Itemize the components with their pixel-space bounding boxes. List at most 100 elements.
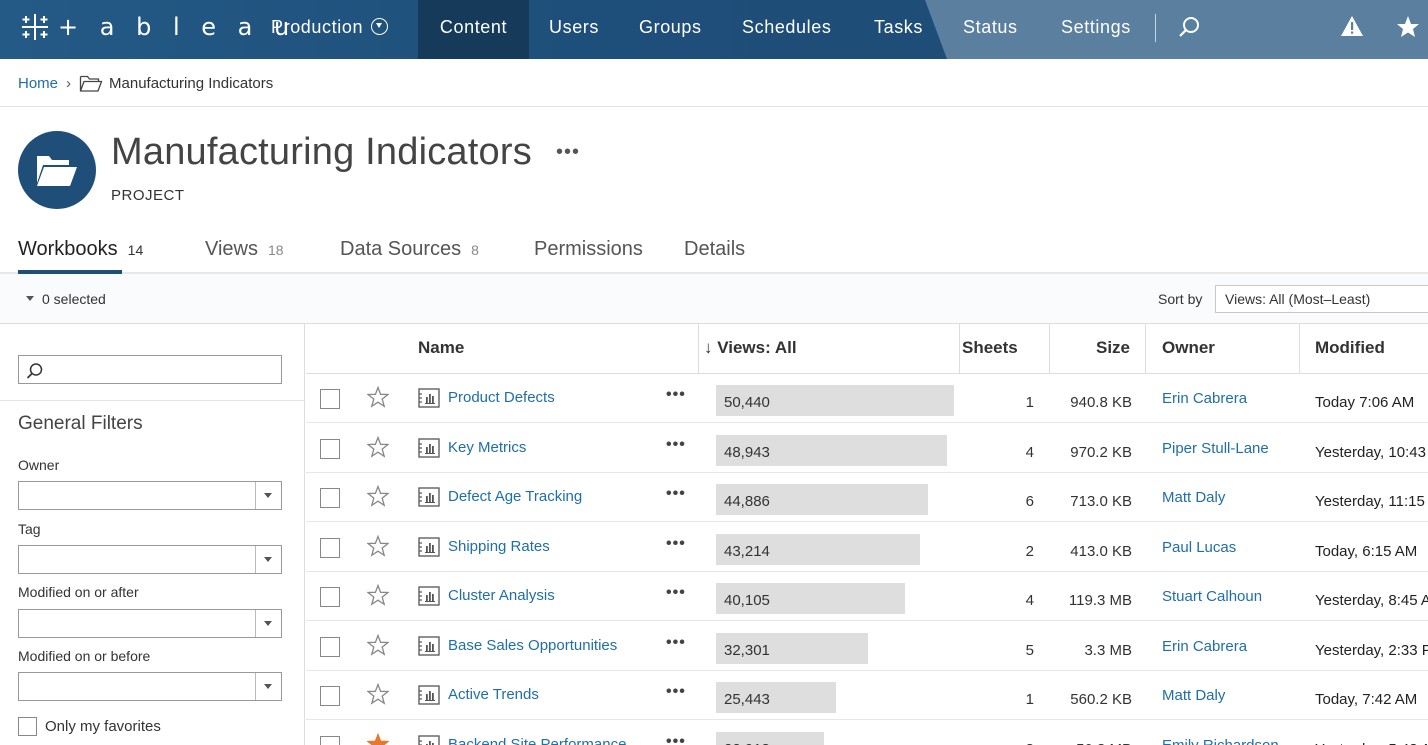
- nav-content[interactable]: Content: [418, 0, 529, 59]
- row-more-actions-button[interactable]: •••: [666, 485, 686, 503]
- row-checkbox[interactable]: [320, 488, 340, 508]
- row-checkbox[interactable]: [320, 587, 340, 607]
- workbook-name-link[interactable]: Shipping Rates: [448, 538, 550, 555]
- tab-data-sources[interactable]: Data Sources 8: [340, 238, 479, 261]
- favorite-star-icon[interactable]: [367, 485, 389, 507]
- workbook-name-link[interactable]: Key Metrics: [448, 439, 526, 456]
- filter-search-input[interactable]: [18, 355, 282, 384]
- table-row[interactable]: Active Trends ••• 25,443 1 560.2 KB Matt Daly…: [306, 671, 1428, 720]
- selection-count: 0 selected: [42, 291, 106, 307]
- owner-link[interactable]: Stuart Calhoun: [1162, 588, 1262, 605]
- row-more-actions-button[interactable]: •••: [666, 634, 686, 652]
- chevron-down-icon: [255, 673, 281, 700]
- row-more-actions-button[interactable]: •••: [666, 436, 686, 454]
- owner-link[interactable]: Matt Daly: [1162, 489, 1225, 506]
- modified-value: Yesterday, 8:45 AM: [1315, 592, 1428, 609]
- nav-tasks[interactable]: Tasks: [874, 0, 923, 59]
- workbook-name-link[interactable]: Active Trends: [448, 686, 539, 703]
- project-avatar: [18, 131, 96, 209]
- row-more-actions-button[interactable]: •••: [666, 386, 686, 404]
- nav-schedules[interactable]: Schedules: [742, 0, 831, 59]
- only-favorites-checkbox[interactable]: [18, 717, 37, 736]
- owner-link[interactable]: Paul Lucas: [1162, 539, 1236, 556]
- row-checkbox[interactable]: [320, 636, 340, 657]
- tableau-logo-icon: [22, 14, 48, 40]
- table-row[interactable]: Cluster Analysis ••• 40,105 4 119.3 MB Stuart…: [306, 572, 1428, 621]
- favorites-star-icon[interactable]: [1396, 15, 1420, 39]
- sort-by-select[interactable]: Views: All (Most–Least): [1215, 285, 1428, 313]
- workbook-name-link[interactable]: Backend Site Performance: [448, 736, 626, 745]
- nav-users[interactable]: Users: [549, 0, 599, 59]
- row-more-actions-button[interactable]: •••: [666, 535, 686, 553]
- nav-status[interactable]: Status: [963, 0, 1018, 59]
- column-header-size[interactable]: Size: [1096, 324, 1130, 374]
- owner-link[interactable]: Piper Stull-Lane: [1162, 440, 1269, 457]
- modified-after-select[interactable]: [18, 609, 282, 638]
- favorite-star-icon[interactable]: [367, 435, 389, 458]
- sheets-value: 4: [1025, 443, 1034, 461]
- workbook-name-link[interactable]: Cluster Analysis: [448, 587, 555, 604]
- size-value: 713.0 KB: [1070, 493, 1132, 510]
- column-header-sheets[interactable]: Sheets: [962, 324, 1018, 374]
- row-checkbox[interactable]: [320, 438, 340, 459]
- modified-before-select[interactable]: [18, 672, 282, 701]
- folder-icon: [79, 75, 103, 92]
- row-checkbox[interactable]: [320, 537, 340, 558]
- owner-filter-select[interactable]: [18, 481, 282, 510]
- table-row[interactable]: Base Sales Opportunities ••• 32,301 5 3.3 MB…: [306, 622, 1428, 671]
- owner-link[interactable]: Erin Cabrera: [1162, 638, 1247, 655]
- site-switcher[interactable]: Production: [271, 0, 389, 59]
- tableau-logo[interactable]: + a b l e a u: [18, 10, 296, 44]
- favorite-star-icon[interactable]: [367, 683, 389, 705]
- table-row[interactable]: Product Defects ••• 50,440 1 940.8 KB Erin Ca…: [306, 374, 1428, 423]
- chevron-down-icon: [255, 610, 281, 637]
- favorite-star-icon[interactable]: [367, 732, 389, 745]
- tab-permissions[interactable]: Permissions: [534, 238, 643, 261]
- workbook-name-link[interactable]: Defect Age Tracking: [448, 488, 582, 505]
- logo-wordmark: + a b l e a u: [58, 13, 297, 41]
- search-icon[interactable]: [1178, 15, 1202, 39]
- workbook-name-link[interactable]: Base Sales Opportunities: [448, 637, 617, 654]
- tag-filter-label: Tag: [18, 521, 41, 537]
- favorite-star-icon[interactable]: [367, 386, 389, 408]
- tab-details[interactable]: Details: [684, 238, 745, 261]
- column-header-name[interactable]: Name: [418, 324, 464, 374]
- sheets-value: 3: [966, 741, 1034, 745]
- table-row[interactable]: Key Metrics ••• 48,943 4 970.2 KB Piper Stull…: [306, 424, 1428, 473]
- table-row[interactable]: Backend Site Performance ••• 22,913 3 50.3 M…: [306, 721, 1428, 745]
- tab-views[interactable]: Views 18: [205, 238, 284, 261]
- project-more-actions-button[interactable]: •••: [556, 141, 580, 164]
- workbook-name-link[interactable]: Product Defects: [448, 389, 555, 406]
- column-divider: [698, 324, 699, 374]
- sheets-value: 6: [1025, 493, 1034, 510]
- table-header: Name ↓ Views: All Sheets Size Owner Modi…: [306, 324, 1428, 374]
- table-row[interactable]: Shipping Rates ••• 43,214 2 413.0 KB Paul Luc…: [306, 523, 1428, 572]
- row-more-actions-button[interactable]: •••: [666, 584, 686, 602]
- favorite-star-icon[interactable]: [367, 584, 389, 606]
- views-value: 50,440: [724, 394, 770, 411]
- column-header-owner[interactable]: Owner: [1162, 324, 1215, 374]
- row-checkbox[interactable]: [320, 735, 340, 745]
- workbook-icon: [418, 536, 440, 557]
- modified-value: Yesterday, 2:33 PM: [1315, 641, 1428, 659]
- tab-workbooks[interactable]: Workbooks 14: [18, 238, 143, 261]
- row-more-actions-button[interactable]: •••: [666, 733, 686, 745]
- selection-dropdown[interactable]: 0 selected: [26, 291, 106, 307]
- owner-link[interactable]: Emily Richardson: [1162, 737, 1279, 745]
- row-more-actions-button[interactable]: •••: [666, 683, 686, 701]
- favorite-star-icon[interactable]: [367, 534, 389, 557]
- table-row[interactable]: Defect Age Tracking ••• 44,886 6 713.0 KB Mat…: [306, 473, 1428, 522]
- column-header-modified[interactable]: Modified: [1315, 324, 1385, 374]
- owner-link[interactable]: Matt Daly: [1162, 687, 1225, 704]
- owner-link[interactable]: Erin Cabrera: [1162, 390, 1247, 407]
- tag-filter-select[interactable]: [18, 545, 282, 574]
- nav-settings[interactable]: Settings: [1061, 0, 1131, 59]
- alert-icon[interactable]: [1340, 15, 1364, 37]
- breadcrumb-home[interactable]: Home: [18, 75, 58, 92]
- row-checkbox[interactable]: [320, 389, 340, 409]
- nav-groups[interactable]: Groups: [639, 0, 702, 59]
- favorite-star-icon[interactable]: [367, 633, 389, 656]
- column-header-views[interactable]: ↓ Views: All: [704, 324, 797, 374]
- row-checkbox[interactable]: [320, 686, 340, 706]
- column-divider: [1049, 324, 1050, 374]
